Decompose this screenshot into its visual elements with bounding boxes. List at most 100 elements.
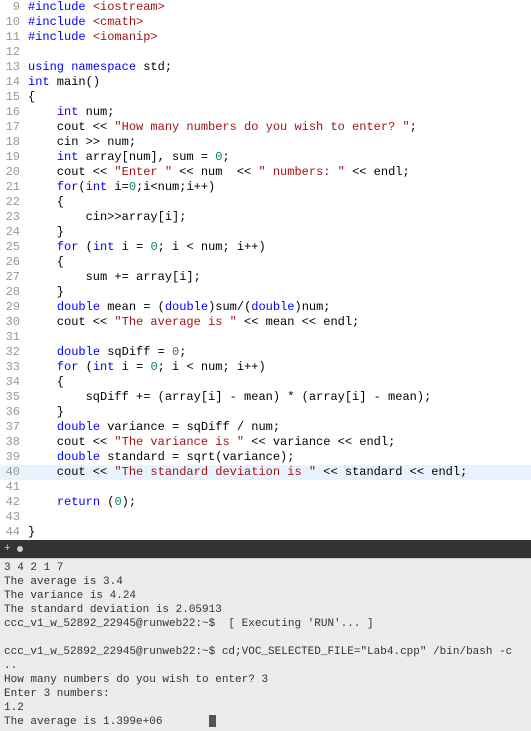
code-line[interactable]: 21 for(int i=0;i<num;i++): [0, 180, 531, 195]
line-number: 33: [0, 360, 28, 375]
code-line[interactable]: 36 }: [0, 405, 531, 420]
code-content[interactable]: double mean = (double)sum/(double)num;: [28, 300, 531, 315]
code-line[interactable]: 31: [0, 330, 531, 345]
code-content[interactable]: }: [28, 405, 531, 420]
code-line[interactable]: 12: [0, 45, 531, 60]
code-line[interactable]: 39 double standard = sqrt(variance);: [0, 450, 531, 465]
code-line[interactable]: 27 sum += array[i];: [0, 270, 531, 285]
code-line[interactable]: 37 double variance = sqDiff / num;: [0, 420, 531, 435]
code-content[interactable]: double variance = sqDiff / num;: [28, 420, 531, 435]
code-content[interactable]: {: [28, 90, 531, 105]
code-line[interactable]: 28 }: [0, 285, 531, 300]
code-content[interactable]: using namespace std;: [28, 60, 531, 75]
code-content[interactable]: int main(): [28, 75, 531, 90]
code-line[interactable]: 30 cout << "The average is " << mean << …: [0, 315, 531, 330]
code-line[interactable]: 13using namespace std;: [0, 60, 531, 75]
code-content[interactable]: for(int i=0;i<num;i++): [28, 180, 531, 195]
code-line[interactable]: 23 cin>>array[i];: [0, 210, 531, 225]
code-content[interactable]: }: [28, 525, 531, 540]
code-line[interactable]: 34 {: [0, 375, 531, 390]
code-content[interactable]: {: [28, 375, 531, 390]
code-content[interactable]: for (int i = 0; i < num; i++): [28, 360, 531, 375]
code-content[interactable]: [28, 330, 531, 345]
code-content[interactable]: [28, 45, 531, 60]
line-number: 37: [0, 420, 28, 435]
code-content[interactable]: #include <iomanip>: [28, 30, 531, 45]
code-content[interactable]: {: [28, 195, 531, 210]
code-line[interactable]: 11#include <iomanip>: [0, 30, 531, 45]
code-content[interactable]: #include <iostream>: [28, 0, 531, 15]
line-number: 12: [0, 45, 28, 60]
add-tab-icon[interactable]: +: [4, 543, 11, 555]
code-content[interactable]: cout << "The variance is " << variance <…: [28, 435, 531, 450]
code-line[interactable]: 32 double sqDiff = 0;: [0, 345, 531, 360]
code-content[interactable]: cout << "Enter " << num << " numbers: " …: [28, 165, 531, 180]
code-line[interactable]: 38 cout << "The variance is " << varianc…: [0, 435, 531, 450]
code-line[interactable]: 19 int array[num], sum = 0;: [0, 150, 531, 165]
code-line[interactable]: 16 int num;: [0, 105, 531, 120]
line-number: 32: [0, 345, 28, 360]
code-line[interactable]: 20 cout << "Enter " << num << " numbers:…: [0, 165, 531, 180]
code-content[interactable]: cout << "The average is " << mean << end…: [28, 315, 531, 330]
code-line[interactable]: 10#include <cmath>: [0, 15, 531, 30]
terminal-text: 3 4 2 1 7 The average is 3.4 The varianc…: [4, 562, 519, 728]
code-content[interactable]: int array[num], sum = 0;: [28, 150, 531, 165]
code-content[interactable]: return (0);: [28, 495, 531, 510]
code-line[interactable]: 35 sqDiff += (array[i] - mean) * (array[…: [0, 390, 531, 405]
code-content[interactable]: double standard = sqrt(variance);: [28, 450, 531, 465]
code-line[interactable]: 18 cin >> num;: [0, 135, 531, 150]
code-content[interactable]: [28, 510, 531, 525]
code-content[interactable]: }: [28, 225, 531, 240]
code-line[interactable]: 40 cout << "The standard deviation is " …: [0, 465, 531, 480]
line-number: 13: [0, 60, 28, 75]
code-content[interactable]: sqDiff += (array[i] - mean) * (array[i] …: [28, 390, 531, 405]
code-line[interactable]: 25 for (int i = 0; i < num; i++): [0, 240, 531, 255]
line-number: 39: [0, 450, 28, 465]
code-line[interactable]: 17 cout << "How many numbers do you wish…: [0, 120, 531, 135]
code-line[interactable]: 22 {: [0, 195, 531, 210]
code-line[interactable]: 29 double mean = (double)sum/(double)num…: [0, 300, 531, 315]
line-number: 44: [0, 525, 28, 540]
terminal-tab-bar: +: [0, 540, 531, 558]
line-number: 31: [0, 330, 28, 345]
code-content[interactable]: cin>>array[i];: [28, 210, 531, 225]
code-content[interactable]: #include <cmath>: [28, 15, 531, 30]
code-content[interactable]: cout << "The standard deviation is " << …: [28, 465, 531, 480]
line-number: 34: [0, 375, 28, 390]
code-line[interactable]: 15{: [0, 90, 531, 105]
line-number: 40: [0, 465, 28, 480]
code-content[interactable]: int num;: [28, 105, 531, 120]
code-line[interactable]: 42 return (0);: [0, 495, 531, 510]
code-content[interactable]: for (int i = 0; i < num; i++): [28, 240, 531, 255]
line-number: 28: [0, 285, 28, 300]
line-number: 42: [0, 495, 28, 510]
code-editor[interactable]: 9#include <iostream>10#include <cmath>11…: [0, 0, 531, 540]
code-line[interactable]: 43: [0, 510, 531, 525]
line-number: 9: [0, 0, 28, 15]
line-number: 23: [0, 210, 28, 225]
code-line[interactable]: 44}: [0, 525, 531, 540]
code-line[interactable]: 9#include <iostream>: [0, 0, 531, 15]
tab-indicator-icon[interactable]: [17, 546, 23, 552]
line-number: 29: [0, 300, 28, 315]
code-line[interactable]: 41: [0, 480, 531, 495]
code-content[interactable]: cout << "How many numbers do you wish to…: [28, 120, 531, 135]
line-number: 26: [0, 255, 28, 270]
terminal-output[interactable]: 3 4 2 1 7 The average is 3.4 The varianc…: [0, 558, 531, 731]
code-content[interactable]: {: [28, 255, 531, 270]
line-number: 22: [0, 195, 28, 210]
code-content[interactable]: }: [28, 285, 531, 300]
code-line[interactable]: 26 {: [0, 255, 531, 270]
code-content[interactable]: sum += array[i];: [28, 270, 531, 285]
code-line[interactable]: 33 for (int i = 0; i < num; i++): [0, 360, 531, 375]
code-content[interactable]: [28, 480, 531, 495]
line-number: 19: [0, 150, 28, 165]
code-line[interactable]: 14int main(): [0, 75, 531, 90]
line-number: 16: [0, 105, 28, 120]
code-line[interactable]: 24 }: [0, 225, 531, 240]
line-number: 14: [0, 75, 28, 90]
code-content[interactable]: cin >> num;: [28, 135, 531, 150]
line-number: 41: [0, 480, 28, 495]
line-number: 38: [0, 435, 28, 450]
code-content[interactable]: double sqDiff = 0;: [28, 345, 531, 360]
